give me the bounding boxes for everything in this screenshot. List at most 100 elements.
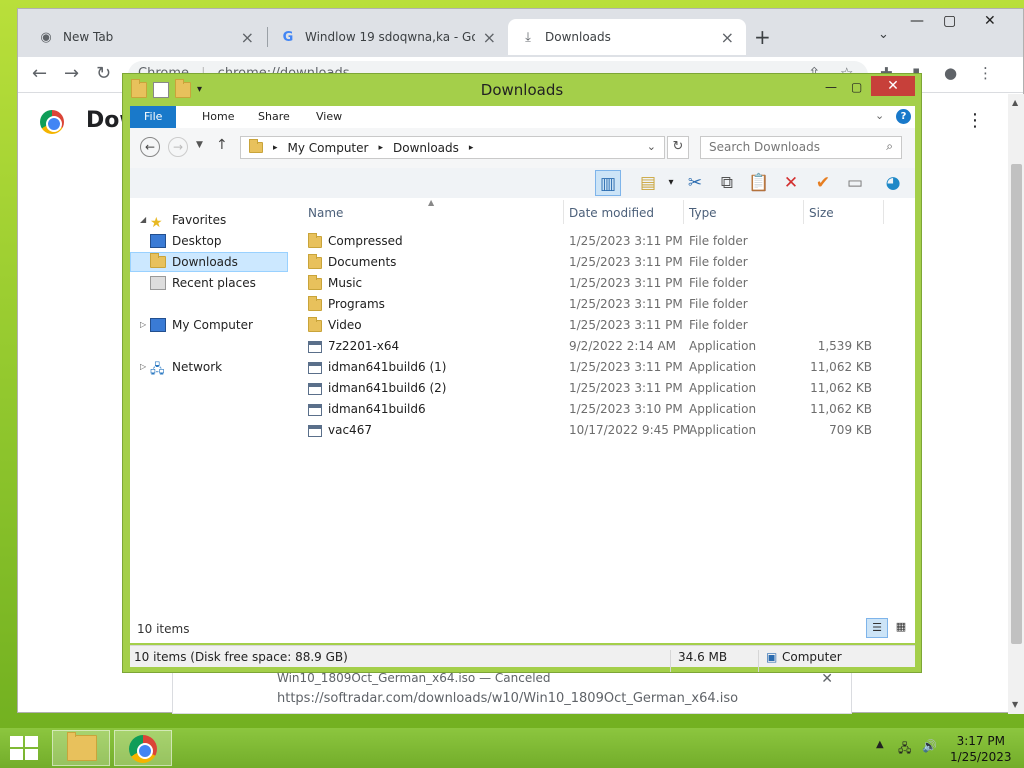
column-type[interactable]: Type: [689, 206, 717, 220]
search-input[interactable]: Search Downloads ⌕: [700, 136, 902, 159]
file-name-cell: idman641build6 (1): [308, 357, 446, 378]
expand-icon[interactable]: ▷: [140, 315, 150, 335]
breadcrumb-downloads[interactable]: Downloads: [393, 141, 459, 155]
nav-downloads[interactable]: Downloads: [130, 252, 288, 272]
column-divider[interactable]: [803, 200, 804, 224]
scrollbar-thumb[interactable]: [1011, 164, 1022, 644]
details-view-icon[interactable]: ☰: [866, 618, 888, 638]
minimize-icon[interactable]: —: [825, 80, 837, 94]
large-icons-view-icon[interactable]: ▦: [890, 618, 912, 638]
nav-favorites[interactable]: ◢ ★ Favorites: [130, 210, 288, 231]
file-row[interactable]: idman641build6 (2) 1/25/2023 3:11 PM Appli…: [308, 378, 898, 399]
close-window-icon[interactable]: ✕: [871, 76, 915, 96]
new-tab-button[interactable]: +: [754, 25, 771, 49]
taskbar-file-explorer[interactable]: [52, 730, 110, 766]
cut-icon[interactable]: ✂: [682, 170, 708, 196]
scroll-down-icon[interactable]: ▼: [1012, 700, 1018, 709]
file-row[interactable]: idman641build6 (1) 1/25/2023 3:11 PM Appli…: [308, 357, 898, 378]
rename-icon[interactable]: ▭: [842, 170, 868, 196]
close-icon[interactable]: ×: [241, 28, 254, 47]
column-divider[interactable]: [883, 200, 884, 224]
file-type: File folder: [689, 318, 748, 332]
back-arrow-icon[interactable]: ←: [32, 63, 47, 84]
system-clock[interactable]: 3:17 PM 1/25/2023: [950, 733, 1012, 765]
column-divider[interactable]: [683, 200, 684, 224]
network-icon[interactable]: 🖧: [898, 739, 911, 760]
chevron-right-icon[interactable]: ▸: [378, 143, 383, 153]
column-name[interactable]: Name: [308, 206, 343, 220]
refresh-icon[interactable]: ↻: [667, 136, 689, 159]
forward-arrow-icon[interactable]: →: [64, 63, 79, 84]
page-scrollbar[interactable]: ▲ ▼: [1008, 94, 1024, 714]
more-options-icon[interactable]: ⋮: [966, 110, 984, 131]
status-bar: 10 items (Disk free space: 88.9 GB) 34.6…: [130, 645, 915, 672]
file-row[interactable]: vac467 10/17/2022 9:45 PM Application 709 K…: [308, 420, 898, 441]
windows-start-icon[interactable]: [10, 736, 38, 760]
column-divider[interactable]: [563, 200, 564, 224]
nav-network[interactable]: ▷ 🖧 Network: [130, 357, 288, 377]
download-name[interactable]: Win10_1809Oct_German_x64.iso — Canceled: [277, 671, 551, 685]
file-date: 1/25/2023 3:10 PM: [569, 402, 683, 416]
address-dropdown-icon[interactable]: ⌄: [647, 140, 656, 153]
globe-icon[interactable]: ◕: [880, 170, 906, 196]
tab-share[interactable]: Share: [244, 106, 304, 128]
explorer-titlebar[interactable]: ▾ Downloads — ▢ ✕: [123, 74, 921, 106]
profile-icon[interactable]: ●: [944, 64, 957, 82]
dropdown-icon[interactable]: ▾: [658, 170, 684, 196]
volume-icon[interactable]: 🔊: [922, 739, 937, 753]
show-hidden-icons-icon[interactable]: ▲: [876, 739, 884, 750]
breadcrumb[interactable]: ▸ My Computer ▸ Downloads ▸ ⌄: [240, 136, 665, 159]
up-arrow-icon[interactable]: ↑: [216, 137, 228, 153]
column-date-modified[interactable]: Date modified: [569, 206, 654, 220]
maximize-icon[interactable]: ▢: [943, 13, 956, 29]
download-url[interactable]: https://softradar.com/downloads/w10/Win1…: [277, 691, 738, 706]
tab-new-tab[interactable]: ◉ New Tab ×: [26, 19, 266, 55]
file-row[interactable]: Video 1/25/2023 3:11 PM File folder: [308, 315, 898, 336]
file-row[interactable]: Programs 1/25/2023 3:11 PM File folder: [308, 294, 898, 315]
breadcrumb-my-computer[interactable]: My Computer: [288, 141, 369, 155]
close-icon[interactable]: ×: [483, 28, 496, 47]
forward-arrow-icon[interactable]: →: [168, 137, 188, 157]
column-size[interactable]: Size: [809, 206, 834, 220]
recent-locations-icon[interactable]: ▼: [196, 140, 203, 150]
menu-icon[interactable]: ⋮: [978, 64, 993, 82]
nav-recent-places[interactable]: Recent places: [130, 273, 288, 293]
close-icon[interactable]: ×: [721, 28, 734, 47]
tab-search-chevron-icon[interactable]: ⌄: [878, 27, 889, 42]
chevron-right-icon[interactable]: ▸: [273, 143, 278, 153]
preview-pane-icon[interactable]: ▥: [595, 170, 621, 196]
collapse-icon[interactable]: ◢: [140, 210, 150, 230]
tab-home[interactable]: Home: [188, 106, 248, 128]
file-row[interactable]: Compressed 1/25/2023 3:11 PM File folder: [308, 231, 898, 252]
nav-desktop[interactable]: Desktop: [130, 231, 288, 251]
tab-google-search[interactable]: G Windlow 19 sdoqwna,ka - Google ×: [268, 19, 508, 55]
maximize-icon[interactable]: ▢: [851, 80, 862, 94]
scroll-up-icon[interactable]: ▲: [1012, 98, 1018, 107]
file-row[interactable]: idman641build6 1/25/2023 3:10 PM Applicati…: [308, 399, 898, 420]
computer-icon: [150, 318, 166, 332]
expand-icon[interactable]: ▷: [140, 357, 150, 377]
copy-icon[interactable]: ⧉: [714, 170, 740, 196]
file-date: 9/2/2022 2:14 AM: [569, 339, 677, 353]
delete-icon[interactable]: ✕: [778, 170, 804, 196]
back-arrow-icon[interactable]: ←: [140, 137, 160, 157]
taskbar-chrome[interactable]: [114, 730, 172, 766]
check-icon[interactable]: ✔: [810, 170, 836, 196]
reload-icon[interactable]: ↻: [96, 63, 111, 84]
paste-icon[interactable]: 📋: [746, 170, 772, 196]
expand-ribbon-icon[interactable]: ⌄: [875, 109, 884, 122]
tab-file[interactable]: File: [130, 106, 177, 128]
remove-download-icon[interactable]: ✕: [821, 671, 833, 687]
nav-my-computer[interactable]: ▷ My Computer: [130, 315, 288, 335]
tab-view[interactable]: View: [302, 106, 356, 128]
help-icon[interactable]: ?: [896, 109, 911, 124]
clock-date: 1/25/2023: [950, 750, 1012, 764]
file-row[interactable]: Documents 1/25/2023 3:11 PM File folder: [308, 252, 898, 273]
file-row[interactable]: 7z2201-x64 9/2/2022 2:14 AM Application 1,5…: [308, 336, 898, 357]
file-row[interactable]: Music 1/25/2023 3:11 PM File folder: [308, 273, 898, 294]
chevron-right-icon[interactable]: ▸: [469, 143, 474, 153]
file-list: Name ▲ Date modified Type Size Compresse…: [300, 198, 910, 628]
minimize-icon[interactable]: —: [910, 13, 924, 29]
tab-downloads[interactable]: ⤓ Downloads ×: [508, 19, 746, 55]
close-window-icon[interactable]: ✕: [984, 13, 996, 29]
